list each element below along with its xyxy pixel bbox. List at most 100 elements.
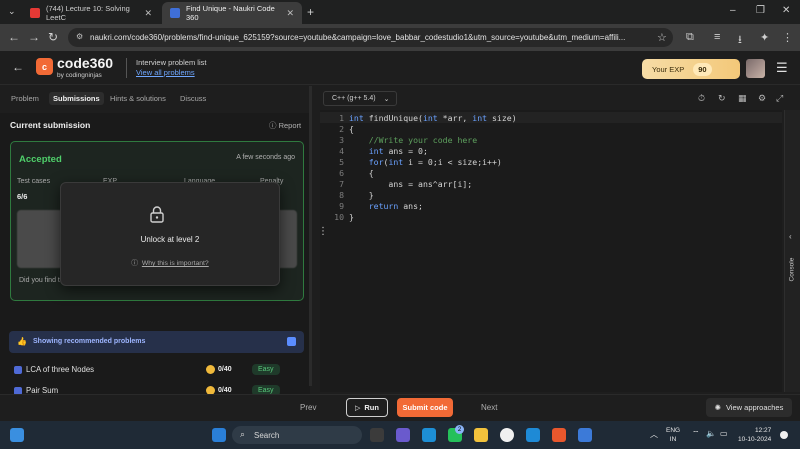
editor-toolbar: C++ (g++ 5.4) ⌄ ⏱ ↻ ▦ ⚙ ⤢: [320, 86, 785, 110]
line-number: 1: [339, 113, 344, 123]
tab-hints-solutions[interactable]: Hints & solutions: [106, 92, 170, 105]
run-label: Run: [364, 403, 379, 412]
chrome-icon[interactable]: [500, 428, 514, 442]
tab-youtube[interactable]: (744) Lecture 10: Solving LeetC ✕: [22, 2, 160, 24]
line-number: 2: [339, 124, 344, 134]
task-view-icon[interactable]: [370, 428, 384, 442]
file-explorer-icon[interactable]: [474, 428, 488, 442]
reload-icon[interactable]: ↻: [48, 30, 58, 44]
view-approaches-label: View approaches: [725, 403, 784, 412]
clock[interactable]: 12:27 10-10-2024: [738, 426, 771, 444]
close-icon[interactable]: ✕: [144, 8, 152, 19]
language-indicator[interactable]: ENG IN: [666, 426, 680, 444]
tab-problem[interactable]: Problem: [7, 92, 43, 105]
back-arrow-icon[interactable]: ←: [12, 60, 24, 74]
back-icon[interactable]: ←: [8, 30, 20, 44]
site-info-icon[interactable]: ⚙: [76, 32, 83, 41]
panel-resize-handle-icon[interactable]: ⋮: [318, 226, 328, 237]
submit-code-button[interactable]: Submit code: [397, 398, 453, 417]
next-button[interactable]: Next: [481, 403, 497, 412]
download-icon[interactable]: ⭳: [738, 31, 742, 50]
fullscreen-icon[interactable]: ⤢: [776, 93, 783, 104]
line-number: 7: [339, 179, 344, 189]
difficulty-badge: Easy: [252, 364, 280, 375]
tab-submissions[interactable]: Submissions: [49, 92, 104, 105]
tab-find-unique[interactable]: Find Unique - Naukri Code 360 ✕: [162, 2, 302, 24]
blurred-stat-card: [17, 210, 63, 268]
settings-gear-icon[interactable]: ⚙: [758, 93, 766, 104]
logo-text[interactable]: code360: [57, 55, 113, 71]
browser-menu-icon[interactable]: ⋮: [782, 31, 793, 44]
profile-icon[interactable]: ✦: [760, 31, 769, 44]
reading-list-icon[interactable]: ≡: [714, 31, 720, 43]
code-line: for(int i = 0;i < size;i++): [368, 157, 502, 167]
coin-reward: 0/40: [206, 365, 232, 374]
close-icon[interactable]: ✕: [286, 8, 294, 19]
layout-icon[interactable]: ▦: [738, 93, 747, 104]
battery-icon[interactable]: ▭: [720, 429, 728, 438]
lightbulb-icon: ✺: [714, 403, 721, 412]
interview-list-label: Interview problem list: [136, 58, 207, 67]
vscode-icon[interactable]: [526, 428, 540, 442]
problem-name: LCA of three Nodes: [26, 365, 95, 374]
header-divider: [126, 58, 127, 78]
why-important-link[interactable]: Why this is important?: [142, 260, 209, 267]
extensions-icon[interactable]: ⧉: [686, 31, 694, 44]
edge-icon[interactable]: [422, 428, 436, 442]
code-editor[interactable]: 1 2 3 4 5 6 7 8 9 10 int findUnique(int …: [320, 110, 782, 392]
recommended-checkbox[interactable]: [287, 337, 296, 346]
chevron-up-icon[interactable]: ︿: [650, 429, 658, 440]
report-button[interactable]: ⓘ Report: [269, 120, 301, 131]
line-number: 8: [339, 190, 344, 200]
minimize-icon[interactable]: –: [730, 5, 736, 16]
address-bar[interactable]: ⚙ naukri.com/code360/problems/find-uniqu…: [68, 28, 673, 47]
bookmark-star-icon[interactable]: ☆: [657, 31, 667, 44]
language-select[interactable]: C++ (g++ 5.4) ⌄: [323, 91, 397, 106]
timer-icon[interactable]: ⏱: [698, 93, 705, 104]
run-button[interactable]: ▷ Run: [346, 398, 388, 417]
forward-icon[interactable]: →: [28, 30, 40, 44]
restore-icon[interactable]: ❐: [756, 5, 765, 16]
line-number: 4: [339, 146, 344, 156]
new-tab-icon[interactable]: +: [307, 5, 314, 19]
tab-search-icon[interactable]: ⌄: [8, 6, 16, 17]
code360-logo-icon[interactable]: c: [36, 58, 53, 75]
wifi-icon[interactable]: ⌔: [692, 429, 700, 439]
left-panel-scrollbar[interactable]: [309, 86, 312, 386]
brave-icon[interactable]: [552, 428, 566, 442]
status-badge: Accepted: [19, 154, 62, 165]
notepad-icon[interactable]: [578, 428, 592, 442]
tab-discuss[interactable]: Discuss: [176, 92, 210, 105]
search-label: Search: [254, 430, 280, 440]
exp-badge[interactable]: Your EXP 90: [642, 59, 740, 79]
reset-code-icon[interactable]: ↻: [718, 93, 726, 104]
notification-center-icon[interactable]: [780, 431, 788, 439]
notification-badge: 2: [455, 425, 464, 434]
logo-subtitle: by codingninjas: [57, 72, 102, 79]
list-item[interactable]: LCA of three Nodes: [14, 365, 94, 374]
hamburger-menu-icon[interactable]: ☰: [776, 60, 788, 76]
windows-start-icon[interactable]: [212, 428, 226, 442]
volume-icon[interactable]: 🔈: [706, 429, 716, 438]
teams-icon[interactable]: [396, 428, 410, 442]
console-toggle[interactable]: ‹: [784, 110, 800, 392]
taskbar-search[interactable]: ⌕ Search: [232, 426, 362, 444]
left-panel: Problem Submissions Hints & solutions Di…: [0, 86, 310, 396]
locked-content-popup: Unlock at level 2 ⓘ Why this is importan…: [60, 182, 280, 286]
browser-toolbar: ← → ↻ ⚙ naukri.com/code360/problems/find…: [0, 24, 800, 51]
view-all-problems-link[interactable]: View all problems: [136, 68, 195, 77]
window-close-icon[interactable]: ✕: [782, 5, 790, 16]
taskbar: ⌕ Search 2 ︿ ENG IN ⌔ 🔈 ▭ 12:27 10-10-20…: [0, 421, 800, 449]
prev-button[interactable]: Prev: [300, 403, 316, 412]
recommended-label: Showing recommended problems: [33, 338, 146, 345]
avatar[interactable]: [746, 59, 765, 78]
recommended-problems-toggle[interactable]: 👍 Showing recommended problems: [9, 331, 304, 353]
code-line: }: [349, 212, 354, 222]
console-label: Console: [788, 257, 796, 282]
widgets-icon[interactable]: [10, 428, 24, 442]
chevron-left-icon: ‹: [789, 232, 792, 241]
view-approaches-button[interactable]: ✺ View approaches: [706, 398, 792, 417]
code-comment-line: //Write your code here: [349, 135, 478, 145]
line-number: 6: [339, 168, 344, 178]
submission-time: A few seconds ago: [236, 154, 295, 161]
